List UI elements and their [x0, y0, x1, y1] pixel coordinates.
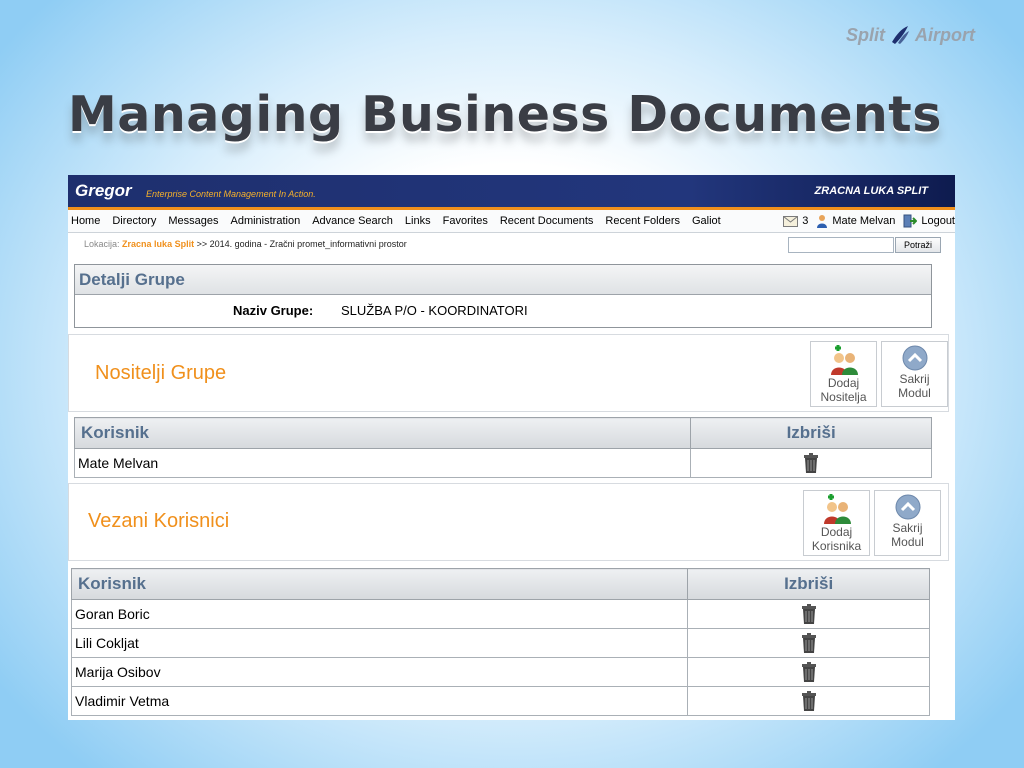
hide-holders-label-1: Sakrij: [899, 372, 930, 386]
menu-administration[interactable]: Administration: [231, 215, 301, 227]
column-header-user: Korisnik: [70, 568, 689, 600]
trash-icon[interactable]: [801, 604, 817, 624]
column-header-delete: Izbriši: [687, 568, 930, 600]
logout-icon: [903, 214, 918, 228]
user-name: Mate Melvan: [832, 215, 896, 227]
delete-cell: [687, 657, 930, 687]
app-tagline: Enterprise Content Management In Action.: [146, 189, 316, 199]
search-button[interactable]: Potraži: [895, 237, 941, 253]
collapse-up-icon: [895, 494, 920, 520]
user-name-cell: Mate Melvan: [73, 448, 692, 478]
add-user-button[interactable]: Dodaj Korisnika: [803, 490, 870, 556]
menu-recent-folders[interactable]: Recent Folders: [605, 215, 680, 227]
holders-table: Korisnik Izbriši Mate Melvan: [73, 417, 932, 478]
menu-home[interactable]: Home: [71, 215, 100, 227]
menu-messages[interactable]: Messages: [168, 215, 218, 227]
add-user-label-1: Dodaj: [820, 525, 853, 539]
hide-linked-users-module-button[interactable]: Sakrij Modul: [874, 490, 941, 556]
messages-indicator[interactable]: 3: [783, 215, 808, 227]
table-row: Lili Cokljat: [70, 628, 930, 658]
brand-text-left: Split: [846, 24, 885, 45]
delete-cell: [690, 448, 932, 478]
linked-users-section: Vezani Korisnici Dodaj Korisnika Sakrij …: [68, 483, 949, 561]
menu-advance-search[interactable]: Advance Search: [312, 215, 393, 227]
brand-text-right: Airport: [915, 24, 975, 45]
hide-linked-users-label-2: Modul: [891, 535, 924, 549]
user-profile[interactable]: Mate Melvan: [816, 214, 895, 228]
linked-users-title: Vezani Korisnici: [88, 510, 230, 532]
table-row: Goran Boric: [70, 599, 930, 629]
group-details-title: Detalji Grupe: [75, 265, 931, 295]
column-header-delete: Izbriši: [690, 417, 932, 449]
user-name-cell: Lili Cokljat: [70, 628, 689, 658]
user-name-cell: Vladimir Vetma: [70, 686, 689, 716]
delete-cell: [687, 628, 930, 658]
add-holder-label-2: Nositelja: [820, 390, 867, 404]
table-header-row: Korisnik Izbriši: [73, 417, 932, 449]
app-header: Gregor Enterprise Content Management In …: [68, 175, 955, 210]
linked-users-table: Korisnik Izbriši Goran Boric Lili Coklja…: [70, 568, 930, 716]
menu-favorites[interactable]: Favorites: [443, 215, 488, 227]
group-details-panel: Detalji Grupe Naziv Grupe: SLUŽBA P/O - …: [74, 264, 932, 328]
hide-holders-module-button[interactable]: Sakrij Modul: [881, 341, 948, 407]
logout-button[interactable]: Logout: [903, 214, 955, 228]
delete-cell: [687, 599, 930, 629]
logout-label: Logout: [921, 215, 955, 227]
split-airport-logo: Split Airport: [846, 24, 975, 46]
breadcrumb-link[interactable]: Zracna luka Split: [122, 239, 194, 249]
message-count: 3: [802, 215, 809, 227]
column-header-user: Korisnik: [73, 417, 692, 449]
organization-name: ZRACNA LUKA SPLIT: [814, 185, 928, 197]
add-users-icon: [823, 494, 851, 524]
app-logo: Gregor: [75, 181, 132, 200]
collapse-up-icon: [902, 345, 927, 371]
trash-icon[interactable]: [801, 662, 817, 682]
delete-cell: [687, 686, 930, 716]
add-user-label-2: Korisnika: [811, 539, 862, 553]
menu-galiot[interactable]: Galiot: [692, 215, 721, 227]
group-name-label: Naziv Grupe:: [233, 303, 314, 318]
hide-linked-users-label-1: Sakrij: [892, 521, 923, 535]
location-bar: Lokacija: Zracna luka Split >> 2014. god…: [68, 233, 955, 258]
slide-title: Managing Business Documents: [68, 86, 942, 143]
table-header-row: Korisnik Izbriši: [70, 568, 930, 600]
trash-icon[interactable]: [801, 633, 817, 653]
envelope-icon: [783, 216, 799, 227]
breadcrumb-label: Lokacija:: [84, 239, 120, 249]
hide-holders-label-2: Modul: [898, 386, 931, 400]
user-name-cell: Goran Boric: [70, 599, 689, 629]
holders-section: Nositelji Grupe Dodaj Nositelja Sakrij M…: [68, 334, 949, 412]
main-menu: Home Directory Messages Administration A…: [68, 210, 955, 233]
add-holder-label-1: Dodaj: [827, 376, 860, 390]
breadcrumb-path: >> 2014. godina - Zračni promet_informat…: [196, 239, 407, 249]
trash-icon[interactable]: [801, 691, 817, 711]
table-row: Marija Osibov: [70, 657, 930, 687]
trash-icon[interactable]: [803, 453, 819, 473]
app-screenshot: Gregor Enterprise Content Management In …: [68, 175, 955, 720]
group-name-value: SLUŽBA P/O - KOORDINATORI: [341, 303, 528, 318]
add-holder-button[interactable]: Dodaj Nositelja: [810, 341, 877, 407]
airport-emblem-icon: [892, 26, 909, 44]
table-row: Mate Melvan: [73, 448, 932, 478]
menu-directory[interactable]: Directory: [112, 215, 156, 227]
breadcrumb: Lokacija: Zracna luka Split >> 2014. god…: [84, 239, 407, 249]
holders-title: Nositelji Grupe: [95, 362, 227, 384]
user-name-cell: Marija Osibov: [70, 657, 689, 687]
user-icon: [817, 215, 828, 228]
table-row: Vladimir Vetma: [70, 686, 930, 716]
menu-links[interactable]: Links: [405, 215, 431, 227]
search-input[interactable]: [788, 237, 894, 253]
menu-recent-documents[interactable]: Recent Documents: [500, 215, 594, 227]
add-users-icon: [830, 345, 858, 375]
